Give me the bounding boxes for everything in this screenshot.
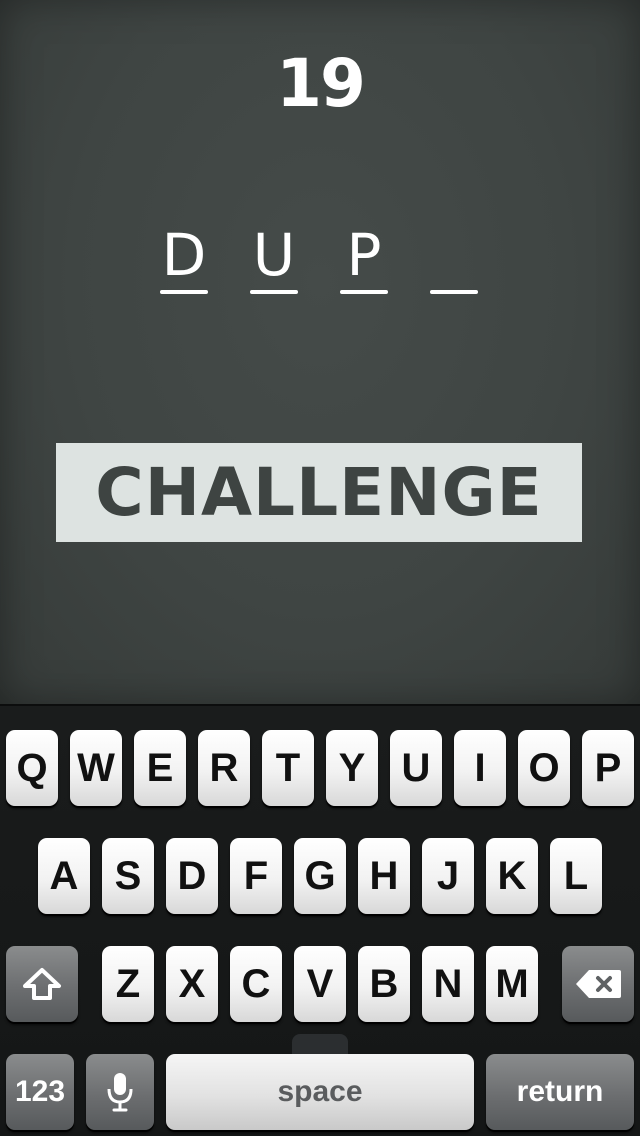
slot-letter: P [346, 221, 382, 289]
key-e-label: E [146, 745, 174, 790]
key-c-label: C [241, 961, 271, 1006]
key-x[interactable]: X [166, 946, 218, 1022]
key-n-label: N [433, 961, 463, 1006]
key-p-label: P [594, 745, 622, 790]
key-a-label: A [49, 853, 79, 898]
key-f[interactable]: F [230, 838, 282, 914]
keyboard-indicator [292, 1034, 348, 1056]
key-d[interactable]: D [166, 838, 218, 914]
shift-key[interactable] [6, 946, 78, 1022]
key-h[interactable]: H [358, 838, 410, 914]
key-n[interactable]: N [422, 946, 474, 1022]
key-x-label: X [178, 961, 206, 1006]
slot-letter: U [252, 221, 296, 289]
key-p[interactable]: P [582, 730, 634, 806]
key-r[interactable]: R [198, 730, 250, 806]
letter-slot: P [340, 222, 388, 296]
key-m[interactable]: M [486, 946, 538, 1022]
key-g[interactable]: G [294, 838, 346, 914]
key-c[interactable]: C [230, 946, 282, 1022]
key-z-label: Z [115, 961, 141, 1006]
backspace-key[interactable] [562, 946, 634, 1022]
key-u[interactable]: U [390, 730, 442, 806]
countdown-timer: 19 [276, 45, 366, 122]
key-l[interactable]: L [550, 838, 602, 914]
key-k-label: K [497, 853, 527, 898]
slot-underline [160, 290, 208, 294]
space-key[interactable]: space [166, 1054, 474, 1130]
key-y[interactable]: Y [326, 730, 378, 806]
slot-underline [340, 290, 388, 294]
game-area: 19 D U P CHALLENGE [0, 0, 640, 704]
dictation-key[interactable] [86, 1054, 154, 1130]
key-t-label: T [275, 745, 301, 790]
key-b-label: B [369, 961, 399, 1006]
slot-letter: D [161, 221, 207, 289]
key-r-label: R [209, 745, 239, 790]
target-word-banner: CHALLENGE [56, 443, 582, 542]
letter-slot: U [250, 222, 298, 296]
key-q-label: Q [16, 745, 48, 790]
key-j[interactable]: J [422, 838, 474, 914]
key-b[interactable]: B [358, 946, 410, 1022]
shift-arrow-icon [22, 967, 62, 1001]
key-u-label: U [401, 745, 431, 790]
return-key[interactable]: return [486, 1054, 634, 1130]
key-m-label: M [495, 961, 529, 1006]
microphone-icon [106, 1071, 134, 1113]
key-k[interactable]: K [486, 838, 538, 914]
key-t[interactable]: T [262, 730, 314, 806]
key-i[interactable]: I [454, 730, 506, 806]
key-s-label: S [114, 853, 142, 898]
key-o[interactable]: O [518, 730, 570, 806]
slot-underline [430, 290, 478, 294]
key-v[interactable]: V [294, 946, 346, 1022]
numbers-key-label: 123 [14, 1075, 66, 1108]
app-screen: 19 D U P CHALLENGE QWERTYUIOPASDF G H J … [0, 0, 640, 1136]
letter-slot: D [160, 222, 208, 296]
answer-slots: D U P [158, 222, 488, 302]
key-w-label: W [77, 745, 115, 790]
space-key-label: space [277, 1075, 363, 1108]
backspace-icon [574, 968, 622, 1000]
on-screen-keyboard: Q W E R T Y U I O P A S D F G H J K L Z X C V B N M 123 space return [0, 704, 640, 1136]
key-i-label: I [474, 745, 486, 790]
return-key-label: return [516, 1075, 604, 1108]
key-d-label: D [177, 853, 207, 898]
target-word: CHALLENGE [95, 454, 543, 531]
key-s[interactable]: S [102, 838, 154, 914]
key-w[interactable]: W [70, 730, 122, 806]
key-f-label: F [243, 853, 269, 898]
key-g-label: G [304, 853, 336, 898]
key-a[interactable]: A [38, 838, 90, 914]
key-j-label: J [436, 853, 460, 898]
key-o-label: O [528, 745, 560, 790]
key-v-label: V [306, 961, 334, 1006]
slot-underline [250, 290, 298, 294]
letter-slot [430, 222, 478, 296]
key-z[interactable]: Z [102, 946, 154, 1022]
key-q[interactable]: Q [6, 730, 58, 806]
key-h-label: H [369, 853, 399, 898]
key-l-label: L [563, 853, 589, 898]
key-e[interactable]: E [134, 730, 186, 806]
key-y-label: Y [338, 745, 366, 790]
numbers-key[interactable]: 123 [6, 1054, 74, 1130]
